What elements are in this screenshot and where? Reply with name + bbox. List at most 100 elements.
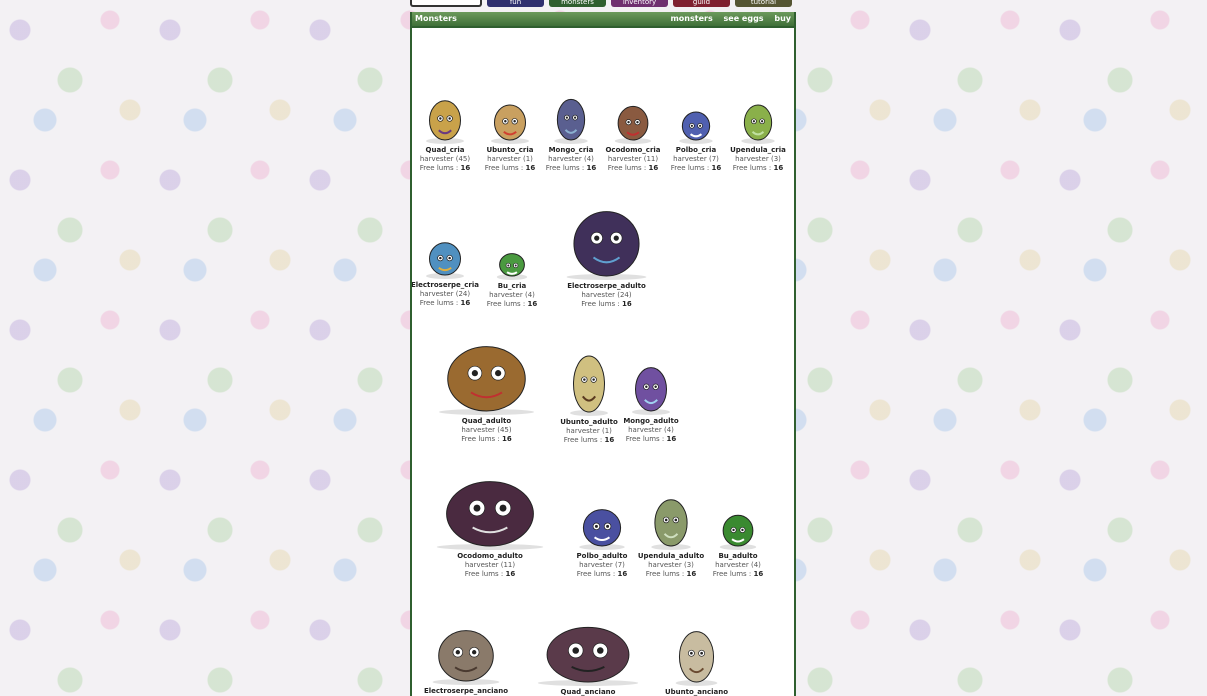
monster-image[interactable] <box>572 498 632 550</box>
monster-card[interactable]: Electroserpe_adulto harvester (24) Free lu… <box>554 188 659 309</box>
free-lums-value: 16 <box>604 436 615 444</box>
monster-image[interactable] <box>420 233 470 279</box>
monster-image[interactable] <box>485 94 535 144</box>
monster-card[interactable]: Ocodomo_adulto harvester (11) Free lums : … <box>420 458 560 579</box>
free-lums-value: 16 <box>666 435 677 443</box>
free-lums-label: Free lums : <box>670 164 710 172</box>
monster-free-lums: Free lums : 16 <box>723 164 793 173</box>
nav-button-monsters[interactable]: monsters <box>549 0 606 7</box>
monster-card[interactable]: Electroserpe_ancianoharvester (24)Free l… <box>422 613 510 696</box>
monster-image[interactable] <box>669 614 724 686</box>
free-lums-label: Free lums : <box>461 435 500 443</box>
panel-title: Monsters <box>415 14 457 23</box>
monster-harvester: harvester (1) <box>566 427 612 435</box>
monster-image[interactable] <box>492 248 532 280</box>
monster-free-lums: Free lums : 16 <box>554 300 659 309</box>
free-lums-value: 16 <box>648 164 659 172</box>
monster-name: Polbo_cria <box>675 146 717 154</box>
monster-card[interactable]: Bu_adulto harvester (4) Free lums : 16 <box>703 506 773 579</box>
monster-harvester: harvester (4) <box>628 426 674 434</box>
free-lums-label: Free lums : <box>645 570 685 578</box>
monster-image[interactable] <box>609 96 657 144</box>
monster-free-lums: Free lums : 16 <box>536 164 606 173</box>
monster-image[interactable] <box>554 188 659 280</box>
monster-image[interactable] <box>736 94 780 144</box>
free-lums-value: 16 <box>586 164 597 172</box>
monster-harvester: harvester (4) <box>489 291 535 299</box>
monster-image[interactable] <box>422 613 510 685</box>
monster-card[interactable]: Bu_cria harvester (4) Free lums : 16 <box>477 248 547 309</box>
monster-image[interactable] <box>420 88 470 144</box>
free-lums-label: Free lums : <box>712 570 752 578</box>
monster-harvester: harvester (45) <box>419 155 471 163</box>
monster-name: Electroserpe_anciano <box>423 687 509 695</box>
free-lums-label: Free lums : <box>576 570 616 578</box>
nav-button-guild[interactable]: guild <box>673 0 730 7</box>
monster-free-lums: Free lums : 16 <box>661 164 731 173</box>
free-lums-label: Free lums : <box>419 299 459 307</box>
monster-card[interactable]: Ubunto_adulto harvester (1) Free lums : 16 <box>554 336 624 445</box>
monster-card[interactable]: Quad_adulto harvester (45) Free lums : 16 <box>424 323 549 444</box>
monster-image[interactable] <box>645 484 697 550</box>
monster-image[interactable] <box>549 86 593 144</box>
monster-image[interactable] <box>564 336 614 416</box>
monster-free-lums: Free lums : 16 <box>567 570 637 579</box>
monster-card[interactable]: Electroserpe_cria harvester (24) Free lums… <box>412 233 480 308</box>
monster-harvester: harvester (1) <box>487 155 533 163</box>
panel-links: monsters see eggs buy <box>662 12 791 26</box>
link-buy[interactable]: buy <box>774 14 791 23</box>
monster-free-lums: Free lums : 16 <box>703 570 773 579</box>
monster-harvester: harvester (3) <box>648 561 694 569</box>
monster-card[interactable]: Upendula_cria harvester (3) Free lums : 16 <box>723 94 793 173</box>
link-monsters[interactable]: monsters <box>670 14 712 23</box>
monster-card[interactable]: Ubunto_cria harvester (1) Free lums : 16 <box>475 94 545 173</box>
monster-image[interactable] <box>714 506 762 550</box>
nav-button-tutorial[interactable]: tutorial <box>735 0 792 7</box>
monster-card[interactable]: Quad_cria harvester (45) Free lums : 16 <box>412 88 480 173</box>
free-lums-value: 16 <box>525 164 536 172</box>
free-lums-value: 16 <box>505 570 516 578</box>
monster-harvester: harvester (24) <box>419 290 471 298</box>
monster-name: Bu_adulto <box>718 552 758 560</box>
monster-card[interactable]: Quad_ancianoharvester (45)Free lums : 16 <box>522 608 654 696</box>
monster-harvester: harvester (24) <box>581 291 632 299</box>
monster-card[interactable]: Ubunto_ancianoharvester (1)Free lums : 1… <box>662 614 732 696</box>
monster-card[interactable]: Mongo_cria harvester (4) Free lums : 16 <box>536 86 606 173</box>
monster-card[interactable]: Polbo_cria harvester (7) Free lums : 16 <box>661 104 731 173</box>
monster-name: Upendula_cria <box>730 146 786 154</box>
monster-name: Mongo_adulto <box>623 417 679 425</box>
free-lums-value: 16 <box>686 570 697 578</box>
monster-list[interactable]: Quad_cria harvester (45) Free lums : 16 Ub… <box>412 28 794 696</box>
monster-image[interactable] <box>424 323 549 415</box>
monster-name: Ubunto_adulto <box>560 418 618 426</box>
monster-name: Polbo_adulto <box>576 552 628 560</box>
monster-image[interactable] <box>674 104 718 144</box>
monster-free-lums: Free lums : 16 <box>412 164 480 173</box>
monster-name: Mongo_cria <box>548 146 594 154</box>
monster-card[interactable]: Polbo_adulto harvester (7) Free lums : 16 <box>567 498 637 579</box>
free-lums-label: Free lums : <box>486 300 526 308</box>
panel-titlebar: Monsters monsters see eggs buy <box>412 12 794 28</box>
monster-card[interactable]: Ocodomo_cria harvester (11) Free lums : 16 <box>598 96 668 173</box>
monster-harvester: harvester (7) <box>673 155 719 163</box>
nav-button-home[interactable] <box>410 0 482 7</box>
monster-image[interactable] <box>522 608 654 686</box>
free-lums-label: Free lums : <box>581 300 620 308</box>
free-lums-value: 16 <box>622 300 632 308</box>
monster-harvester: harvester (7) <box>579 561 625 569</box>
monster-image[interactable] <box>626 353 676 415</box>
monster-name: Ubunto_anciano <box>664 688 729 696</box>
nav-button-inventory[interactable]: inventory <box>611 0 668 7</box>
free-lums-label: Free lums : <box>464 570 504 578</box>
free-lums-value: 16 <box>617 570 628 578</box>
monster-card[interactable]: Mongo_adulto harvester (4) Free lums : 16 <box>616 353 686 444</box>
free-lums-value: 16 <box>711 164 722 172</box>
monster-card[interactable]: Upendula_adulto harvester (3) Free lums : … <box>636 484 706 579</box>
monster-free-lums: Free lums : 16 <box>424 435 549 444</box>
monster-name: Ocodomo_cria <box>605 146 661 154</box>
nav-button-fun[interactable]: fun <box>487 0 544 7</box>
free-lums-value: 16 <box>753 570 764 578</box>
free-lums-value: 16 <box>460 299 471 307</box>
link-see-eggs[interactable]: see eggs <box>724 14 764 23</box>
monster-image[interactable] <box>420 458 560 550</box>
